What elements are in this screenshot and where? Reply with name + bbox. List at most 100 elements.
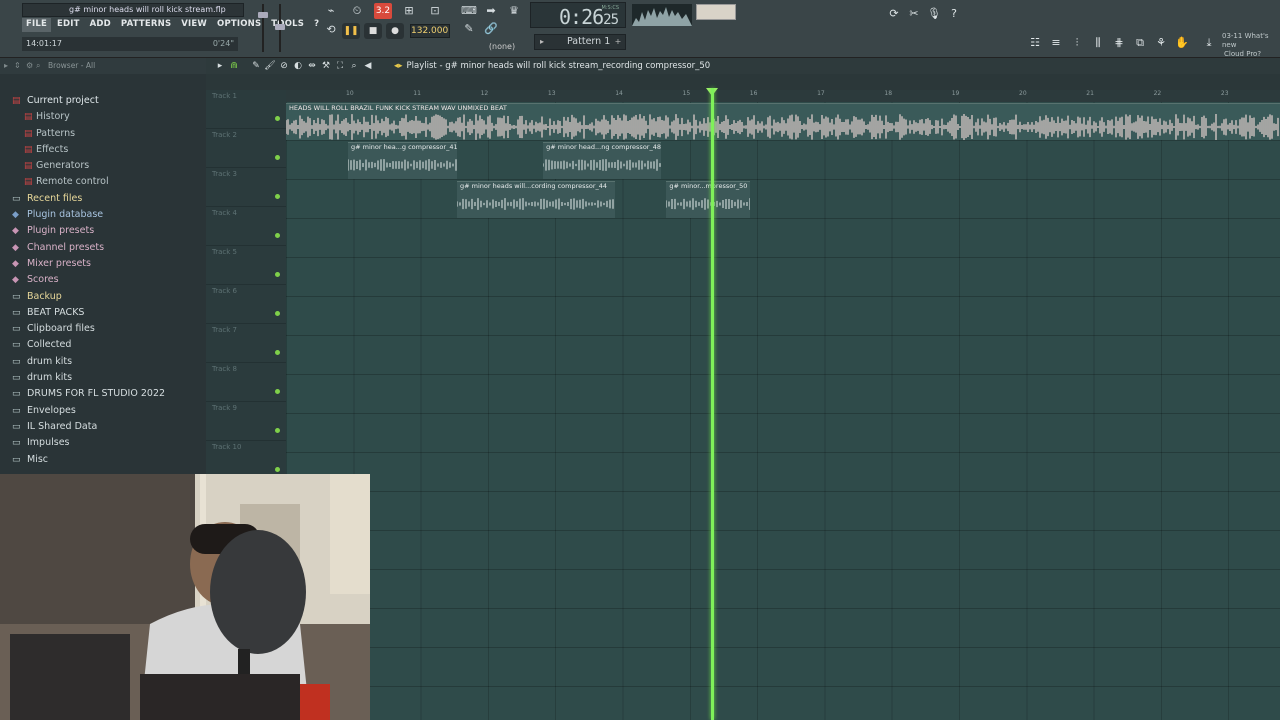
browser-arrow-icon[interactable]: ▸ xyxy=(4,58,8,74)
track-mute-led[interactable] xyxy=(275,116,280,121)
stop-button[interactable]: ■ xyxy=(364,23,382,39)
paint-tool-icon[interactable]: 🖌 xyxy=(264,59,276,73)
browser-search-icon[interactable]: ⌕ xyxy=(36,58,40,74)
browser-item[interactable]: ▭ Clipboard files xyxy=(0,321,206,337)
pattern-prev-icon[interactable]: ▸ xyxy=(537,35,547,49)
menu-tools[interactable]: TOOLS xyxy=(267,18,308,32)
scissors-icon[interactable]: ✂ xyxy=(906,6,922,22)
track-header[interactable]: Track 7 xyxy=(206,324,286,363)
menu-view[interactable]: VIEW xyxy=(177,18,211,32)
track-mute-led[interactable] xyxy=(275,311,280,316)
browser-item[interactable]: ▭ Impulses xyxy=(0,435,206,451)
tempo-display[interactable]: 132.000 xyxy=(410,24,450,38)
browser-item[interactable]: ▭ drum kits xyxy=(0,370,206,386)
stamp-icon[interactable]: ♛ xyxy=(505,3,523,19)
track-mute-led[interactable] xyxy=(275,467,280,472)
browser-item[interactable]: ◆ Scores xyxy=(0,272,206,288)
track-mute-led[interactable] xyxy=(275,428,280,433)
track-header[interactable]: Track 5 xyxy=(206,246,286,285)
draw-tool-icon[interactable]: ✎ xyxy=(250,59,262,73)
menu-patterns[interactable]: PATTERNS xyxy=(117,18,175,32)
browser-item[interactable]: ▤ Current project xyxy=(0,93,206,109)
channel-rack-alt-icon[interactable]: ⋕ xyxy=(1110,34,1128,52)
playlist-arrow-icon[interactable]: ➡ xyxy=(482,3,500,19)
menu-edit[interactable]: EDIT xyxy=(53,18,84,32)
ruler-timeline-strip[interactable] xyxy=(206,74,1280,90)
track-header[interactable]: Track 2 xyxy=(206,129,286,168)
playlist-grid[interactable]: HEADS WILL ROLL BRAZIL FUNK KICK STREAM … xyxy=(286,102,1280,720)
microphone-icon[interactable]: 🎙 xyxy=(926,6,942,22)
browser-item[interactable]: ▭ Envelopes xyxy=(0,403,206,419)
track-mute-led[interactable] xyxy=(275,155,280,160)
browser-item[interactable]: ▤ History xyxy=(0,109,206,125)
browser-item[interactable]: ▭ drum kits xyxy=(0,354,206,370)
plugin-picker-icon[interactable]: ⚘ xyxy=(1152,34,1170,52)
news-panel[interactable]: 03-11 What's new Cloud Pro? xyxy=(1222,32,1280,58)
browser-item[interactable]: ◆ Plugin presets xyxy=(0,223,206,239)
browser-item[interactable]: ▤ Remote control xyxy=(0,174,206,190)
step-edit-icon[interactable]: ⊞ xyxy=(400,3,418,19)
master-volume-slider[interactable] xyxy=(258,4,268,54)
record-button[interactable]: ● xyxy=(386,23,404,39)
track-mute-led[interactable] xyxy=(275,350,280,355)
browser-item[interactable]: ◆ Mixer presets xyxy=(0,256,206,272)
browser-options-icon[interactable]: ⚙ xyxy=(26,58,33,74)
browser-item[interactable]: ▤ Patterns xyxy=(0,126,206,142)
track-header[interactable]: Track 4 xyxy=(206,207,286,246)
playlist-window-icon[interactable]: ☷ xyxy=(1026,34,1044,52)
browser-item[interactable]: ▭ Backup xyxy=(0,289,206,305)
channel-rack-icon[interactable]: ⫶ xyxy=(1068,34,1086,52)
refresh-icon[interactable]: ⟳ xyxy=(886,6,902,22)
audio-clip[interactable]: g# minor heads will...cording compressor… xyxy=(457,181,616,218)
master-pitch-slider[interactable] xyxy=(275,4,285,54)
playlist-menu-icon[interactable]: ▸ xyxy=(214,59,226,73)
touch-keyboard-icon[interactable]: ✋ xyxy=(1173,34,1191,52)
track-header[interactable]: Track 9 xyxy=(206,402,286,441)
browser-icon[interactable]: ⧉ xyxy=(1131,34,1149,52)
browser-item[interactable]: ▭ IL Shared Data xyxy=(0,419,206,435)
metronome-icon[interactable]: ⌁ xyxy=(322,3,340,19)
download-icon[interactable]: ⤓ xyxy=(1200,34,1218,52)
audio-clip[interactable]: g# minor head...ng compressor_48 xyxy=(543,142,661,179)
typing-keyboard-icon[interactable]: ⌨ xyxy=(460,3,478,19)
menu-add[interactable]: ADD xyxy=(86,18,115,32)
audio-clip[interactable]: g# minor...mpressor_50 xyxy=(666,181,751,218)
mixer-icon[interactable]: ⫼ xyxy=(1089,34,1107,52)
track-mute-led[interactable] xyxy=(275,389,280,394)
track-mute-led[interactable] xyxy=(275,272,280,277)
browser-item[interactable]: ▭ Collected xyxy=(0,337,206,353)
loop-record-icon[interactable]: ⟲ xyxy=(322,22,340,38)
browser-item[interactable]: ▤ Effects xyxy=(0,142,206,158)
pattern-add-icon[interactable]: + xyxy=(613,35,623,49)
slip-tool-icon[interactable]: ⇹ xyxy=(306,59,318,73)
help-icon[interactable]: ? xyxy=(946,6,962,22)
pattern-selector[interactable]: ▸ Pattern 1 + xyxy=(534,34,626,50)
track-mute-led[interactable] xyxy=(275,194,280,199)
track-header[interactable]: Track 6 xyxy=(206,285,286,324)
track-mute-led[interactable] xyxy=(275,233,280,238)
wait-input-icon[interactable]: ⏲ xyxy=(348,3,366,19)
browser-item[interactable]: ▭ BEAT PACKS xyxy=(0,305,206,321)
time-display[interactable]: 0:2625 M:S:CS xyxy=(530,2,626,29)
audio-clip[interactable]: HEADS WILL ROLL BRAZIL FUNK KICK STREAM … xyxy=(286,103,1280,140)
snap-magnet-icon[interactable]: ⋒ xyxy=(228,59,240,73)
browser-item[interactable]: ▭ Misc xyxy=(0,452,206,468)
snap-selector[interactable]: (none) xyxy=(478,40,526,53)
track-header[interactable]: Track 1 xyxy=(206,90,286,129)
pause-button[interactable]: ❚❚ xyxy=(342,23,360,39)
browser-item[interactable]: ◆ Plugin database xyxy=(0,207,206,223)
browser-item[interactable]: ▭ DRUMS FOR FL STUDIO 2022 xyxy=(0,386,206,402)
track-header[interactable]: Track 8 xyxy=(206,363,286,402)
audio-clip[interactable]: g# minor hea...g compressor_41 xyxy=(348,142,458,179)
delete-tool-icon[interactable]: ⊘ xyxy=(278,59,290,73)
track-header[interactable]: Track 3 xyxy=(206,168,286,207)
zoom-tool-icon[interactable]: ⌕ xyxy=(348,59,360,73)
browser-item[interactable]: ▤ Generators xyxy=(0,158,206,174)
slice-tool-icon[interactable]: ⚒ xyxy=(320,59,332,73)
piano-roll-icon[interactable]: ≡ xyxy=(1047,34,1065,52)
mute-tool-icon[interactable]: ◐ xyxy=(292,59,304,73)
blend-notes-icon[interactable]: ⊡ xyxy=(426,3,444,19)
playback-tool-icon[interactable]: ◀ xyxy=(362,59,374,73)
link-icon[interactable]: 🔗 xyxy=(482,21,500,37)
browser-collapse-icon[interactable]: ⇕ xyxy=(14,58,21,74)
